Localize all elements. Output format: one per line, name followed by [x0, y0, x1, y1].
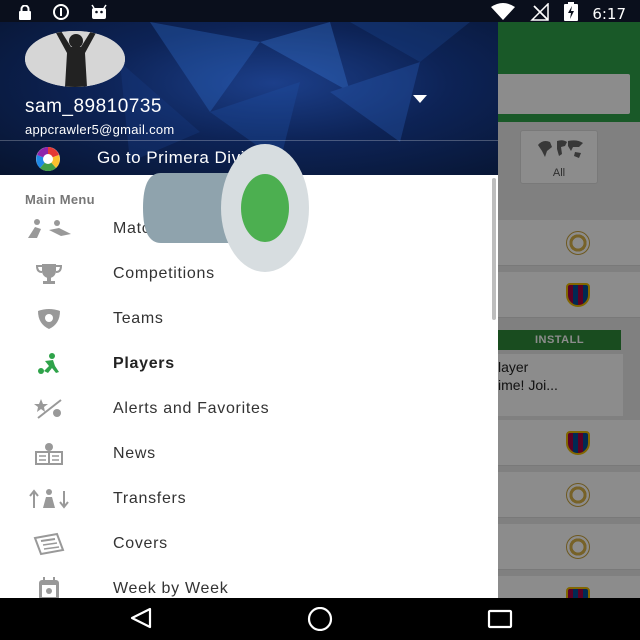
avatar[interactable] [25, 31, 125, 87]
navigation-drawer: sam_89810735 appcrawler5@gmail.com Go to… [0, 22, 498, 598]
menu-item-teams[interactable]: Teams [0, 297, 498, 342]
trophy-icon [25, 260, 73, 288]
transfers-icon [25, 485, 73, 513]
menu-item-transfers[interactable]: Transfers [0, 477, 498, 522]
recents-icon[interactable] [487, 609, 513, 629]
battery-charging-icon [564, 2, 579, 26]
shield-icon [25, 305, 73, 333]
menu-item-label: Covers [113, 535, 168, 552]
back-icon[interactable] [128, 607, 154, 629]
sync-icon [52, 3, 70, 26]
star-alert-icon [25, 395, 73, 423]
menu-item-alerts-favorites[interactable]: Alerts and Favorites [0, 387, 498, 432]
calendar-icon [25, 575, 73, 598]
menu-item-label: Transfers [113, 490, 187, 507]
menu-item-label: Teams [113, 310, 164, 327]
covers-icon [25, 530, 73, 558]
menu-item-label: Players [113, 355, 175, 372]
menu-item-label: News [113, 445, 156, 462]
menu-item-week-by-week[interactable]: Week by Week [0, 567, 498, 598]
user-silhouette-icon [25, 31, 125, 87]
menu-item-news[interactable]: News [0, 432, 498, 477]
menu-item-label: Week by Week [113, 580, 229, 597]
floating-overlay-bubble[interactable] [143, 143, 313, 273]
lock-icon [18, 4, 32, 25]
user-email: appcrawler5@gmail.com [25, 122, 175, 137]
drawer-scrollbar[interactable] [492, 178, 496, 320]
la-liga-logo-icon [36, 147, 60, 172]
wifi-icon [490, 2, 516, 26]
menu-item-label: Alerts and Favorites [113, 400, 270, 417]
player-kick-icon [25, 350, 73, 378]
menu-item-covers[interactable]: Covers [0, 522, 498, 567]
menu-item-players[interactable]: Players [0, 342, 498, 387]
no-signal-icon [530, 1, 550, 26]
players-icon [25, 215, 73, 243]
account-dropdown-icon[interactable] [412, 94, 428, 104]
home-icon[interactable] [306, 607, 334, 631]
news-icon [25, 440, 73, 468]
main-menu-heading: Main Menu [25, 192, 95, 207]
status-bar: 6:17 [0, 0, 640, 25]
status-time: 6:17 [592, 5, 626, 23]
android-icon [90, 4, 108, 25]
username: sam_89810735 [25, 96, 162, 117]
system-navigation-bar [0, 598, 640, 640]
